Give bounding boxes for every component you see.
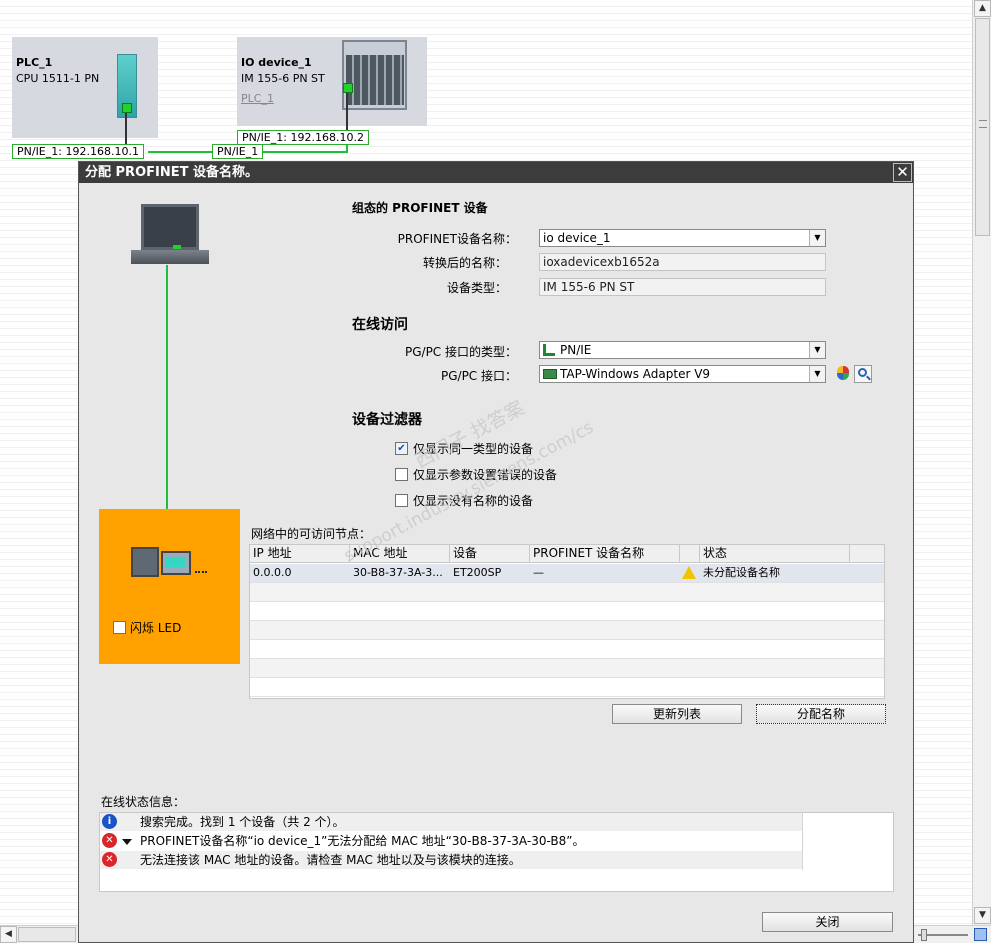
io-ip-label: PN/IE_1: 192.168.10.2 xyxy=(237,130,369,145)
row-profinet-name: — xyxy=(533,566,544,579)
pg-laptop-icon xyxy=(131,202,209,268)
table-row xyxy=(250,640,884,659)
io-device-model: IM 155-6 PN ST xyxy=(241,72,325,85)
row-ip: 0.0.0.0 xyxy=(253,566,292,579)
pgpc-type-value: PN/IE xyxy=(560,343,592,357)
scroll-down-button[interactable]: ▼ xyxy=(974,907,991,924)
device-name-label: PROFINET设备名称： xyxy=(397,232,517,246)
table-row xyxy=(250,659,884,678)
status-list-divider xyxy=(802,813,803,870)
pnie-icon xyxy=(543,344,555,356)
refresh-list-button[interactable]: 更新列表 xyxy=(612,704,742,724)
scroll-up-button[interactable]: ▲ xyxy=(974,0,991,17)
error-icon: ✕ xyxy=(102,833,117,848)
configured-device-heading: 组态的 PROFINET 设备 xyxy=(352,201,488,215)
status-message[interactable]: i 搜索完成。找到 1 个设备（共 2 个）。 xyxy=(100,813,802,831)
col-filler xyxy=(850,545,884,563)
pgpc-interface-combo[interactable]: TAP-Windows Adapter V9 ▼ xyxy=(539,365,826,383)
warning-icon xyxy=(682,566,696,579)
subnet-line-io[interactable] xyxy=(262,151,348,153)
status-message[interactable]: ✕ PROFINET设备名称“io device_1”无法分配给 MAC 地址“… xyxy=(100,832,802,850)
io-port-icon xyxy=(343,83,353,93)
scroll-grip-icon xyxy=(979,120,987,128)
dialog-close-icon[interactable]: ✕ xyxy=(893,163,912,182)
info-icon: i xyxy=(102,814,117,829)
col-profinet-name[interactable]: PROFINET 设备名称 xyxy=(530,545,680,563)
table-row xyxy=(250,621,884,640)
interface-properties-icon[interactable] xyxy=(834,365,852,383)
device-name-combo[interactable]: io device_1 ▼ xyxy=(539,229,826,247)
converted-name-label: 转换后的名称： xyxy=(422,256,507,270)
table-row xyxy=(250,678,884,697)
navigation-icon[interactable] xyxy=(974,928,987,941)
close-button[interactable]: 关闭 xyxy=(762,912,893,932)
plc-port-wire xyxy=(125,113,127,146)
col-ip[interactable]: IP 地址 xyxy=(250,545,350,563)
table-row[interactable]: 0.0.0.0 30-B8-37-3A-3... ET200SP — 未分配设备… xyxy=(250,564,884,583)
target-device-panel: 闪烁 LED xyxy=(99,509,240,664)
chevron-down-icon[interactable]: ▼ xyxy=(809,230,825,246)
flash-led-checkbox[interactable] xyxy=(113,621,126,634)
online-access-heading: 在线访问 xyxy=(352,317,408,333)
et200sp-device-icon xyxy=(131,547,209,577)
filter-no-name-checkbox[interactable] xyxy=(395,494,408,507)
plc-name: PLC_1 xyxy=(16,56,53,69)
chevron-down-icon[interactable]: ▼ xyxy=(809,366,825,382)
plc-port-icon xyxy=(122,103,132,113)
col-device[interactable]: 设备 xyxy=(450,545,530,563)
assign-profinet-name-dialog: 分配 PROFINET 设备名称。 ✕ 闪烁 LED 组态的 PROFINET … xyxy=(78,161,914,943)
converted-name-field: ioxadevicexb1652a xyxy=(539,253,826,271)
chevron-down-icon[interactable]: ▼ xyxy=(809,342,825,358)
flash-led-label: 闪烁 LED xyxy=(130,621,182,635)
pgpc-interface-value: TAP-Windows Adapter V9 xyxy=(560,367,711,381)
accessible-nodes-table[interactable]: IP 地址 MAC 地址 设备 PROFINET 设备名称 状态 0.0.0.0… xyxy=(249,544,885,699)
filter-same-type-checkbox[interactable]: ✔ xyxy=(395,442,408,455)
io-modules-icon xyxy=(346,55,404,105)
vertical-scrollbar[interactable]: ▲ ▼ xyxy=(972,0,991,925)
row-status: 未分配设备名称 xyxy=(703,566,780,579)
device-type-field: IM 155-6 PN ST xyxy=(539,278,826,296)
zoom-slider-thumb[interactable] xyxy=(921,929,927,941)
horizontal-scroll-thumb[interactable] xyxy=(18,927,76,942)
plc-model: CPU 1511-1 PN xyxy=(16,72,100,85)
search-icon[interactable] xyxy=(854,365,872,383)
online-status-label: 在线状态信息： xyxy=(101,795,186,809)
row-device: ET200SP xyxy=(453,566,502,579)
device-filter-heading: 设备过滤器 xyxy=(352,412,422,428)
pgpc-type-label: PG/PC 接口的类型： xyxy=(404,345,517,359)
row-mac: 30-B8-37-3A-3... xyxy=(353,566,443,579)
pgpc-interface-label: PG/PC 接口： xyxy=(440,369,517,383)
device-type-label: 设备类型： xyxy=(446,281,507,295)
plc-ip-label: PN/IE_1: 192.168.10.1 xyxy=(12,144,144,159)
scroll-left-button[interactable]: ◀ xyxy=(0,926,17,943)
filter-param-error-checkbox[interactable] xyxy=(395,468,408,481)
network-adapter-icon xyxy=(543,369,557,379)
subnet-line[interactable] xyxy=(148,151,216,153)
io-device-plc-link[interactable]: PLC_1 xyxy=(241,92,274,105)
device-name-value: io device_1 xyxy=(543,231,611,245)
pgpc-type-combo[interactable]: PN/IE ▼ xyxy=(539,341,826,359)
online-status-list[interactable]: i 搜索完成。找到 1 个设备（共 2 个）。 ✕ PROFINET设备名称“i… xyxy=(99,812,894,892)
table-row xyxy=(250,602,884,621)
assign-name-button[interactable]: 分配名称 xyxy=(756,704,886,724)
accessible-nodes-label: 网络中的可访问节点： xyxy=(251,527,372,541)
subnet-label[interactable]: PN/IE_1 xyxy=(212,144,264,159)
expand-triangle-icon[interactable] xyxy=(122,839,132,845)
table-row xyxy=(250,583,884,602)
dialog-title: 分配 PROFINET 设备名称。 xyxy=(85,165,258,180)
error-icon: ✕ xyxy=(102,852,117,867)
dialog-title-bar[interactable]: 分配 PROFINET 设备名称。 xyxy=(79,162,913,183)
io-device-name: IO device_1 xyxy=(241,56,312,69)
col-state-icon[interactable] xyxy=(680,545,700,563)
status-message[interactable]: ✕ 无法连接该 MAC 地址的设备。请检查 MAC 地址以及与该模块的连接。 xyxy=(100,851,802,869)
col-status[interactable]: 状态 xyxy=(700,545,850,563)
